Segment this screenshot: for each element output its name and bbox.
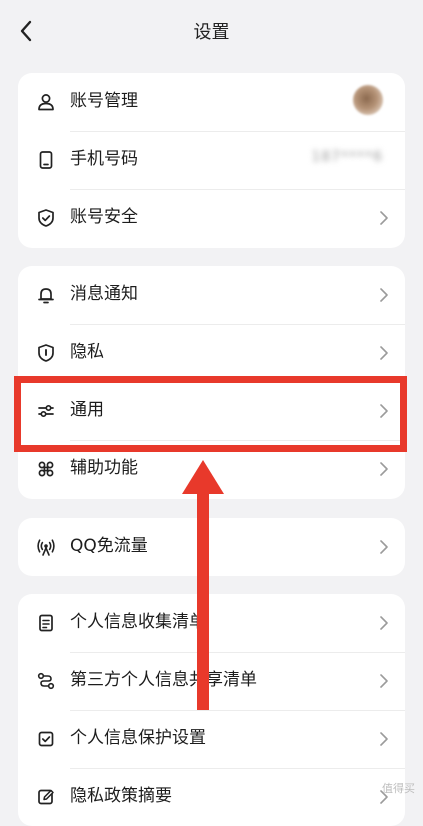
document-icon bbox=[39, 614, 53, 632]
phone-number-row[interactable]: 手机号码 187****6 bbox=[18, 131, 405, 189]
chevron-right-icon bbox=[380, 288, 388, 302]
shield-check-icon bbox=[38, 209, 54, 227]
chevron-right-icon bbox=[380, 616, 388, 630]
personal-info-protection-row[interactable]: 个人信息保护设置 bbox=[18, 710, 405, 768]
personal-info-protection-label: 个人信息保护设置 bbox=[70, 728, 206, 748]
personal-info-collection-row[interactable]: 个人信息收集清单 bbox=[18, 594, 405, 652]
person-icon bbox=[38, 94, 54, 111]
notifications-row[interactable]: 消息通知 bbox=[18, 266, 405, 324]
chevron-right-icon bbox=[380, 540, 388, 554]
qq-free-data-label: QQ免流量 bbox=[70, 536, 148, 556]
header: 设置 bbox=[0, 0, 423, 62]
avatar bbox=[353, 85, 383, 115]
watermark: 值得买 bbox=[382, 782, 415, 795]
third-party-sharing-label: 第三方个人信息共享清单 bbox=[70, 670, 257, 690]
privacy-policy-summary-row[interactable]: 隐私政策摘要 bbox=[18, 768, 405, 826]
checkbox-icon bbox=[38, 731, 54, 747]
highlight-box bbox=[14, 376, 407, 452]
signal-icon bbox=[37, 539, 55, 556]
chevron-right-icon bbox=[380, 211, 388, 225]
page-title: 设置 bbox=[193, 22, 230, 43]
account-management-row[interactable]: 账号管理 bbox=[18, 73, 405, 131]
notifications-label: 消息通知 bbox=[70, 284, 138, 304]
privacy-policy-summary-label: 隐私政策摘要 bbox=[70, 786, 172, 806]
account-group: 账号管理 手机号码 187****6 账号安全 bbox=[18, 73, 405, 248]
account-security-label: 账号安全 bbox=[70, 207, 138, 227]
shield-icon bbox=[38, 344, 54, 362]
data-free-group: QQ免流量 bbox=[18, 518, 405, 576]
qq-free-data-row[interactable]: QQ免流量 bbox=[18, 518, 405, 576]
privacy-label: 隐私 bbox=[70, 342, 104, 362]
chevron-right-icon bbox=[380, 346, 388, 360]
chevron-right-icon bbox=[380, 732, 388, 746]
phone-number-value: 187****6 bbox=[311, 149, 383, 165]
account-management-label: 账号管理 bbox=[70, 91, 138, 111]
chevron-right-icon bbox=[380, 674, 388, 688]
accessibility-label: 辅助功能 bbox=[70, 458, 138, 478]
chevron-right-icon bbox=[380, 462, 388, 476]
edit-icon bbox=[38, 789, 54, 805]
personal-info-group: 个人信息收集清单 第三方个人信息共享清单 个人信息保护设置 隐私政策摘要 bbox=[18, 594, 405, 826]
command-icon bbox=[38, 461, 54, 477]
third-party-sharing-row[interactable]: 第三方个人信息共享清单 bbox=[18, 652, 405, 710]
privacy-row[interactable]: 隐私 bbox=[18, 324, 405, 382]
personal-info-collection-label: 个人信息收集清单 bbox=[70, 612, 206, 632]
bell-icon bbox=[38, 288, 54, 304]
account-security-row[interactable]: 账号安全 bbox=[18, 189, 405, 247]
phone-number-label: 手机号码 bbox=[70, 149, 138, 169]
share-icon bbox=[37, 672, 55, 690]
phone-icon bbox=[39, 151, 53, 169]
